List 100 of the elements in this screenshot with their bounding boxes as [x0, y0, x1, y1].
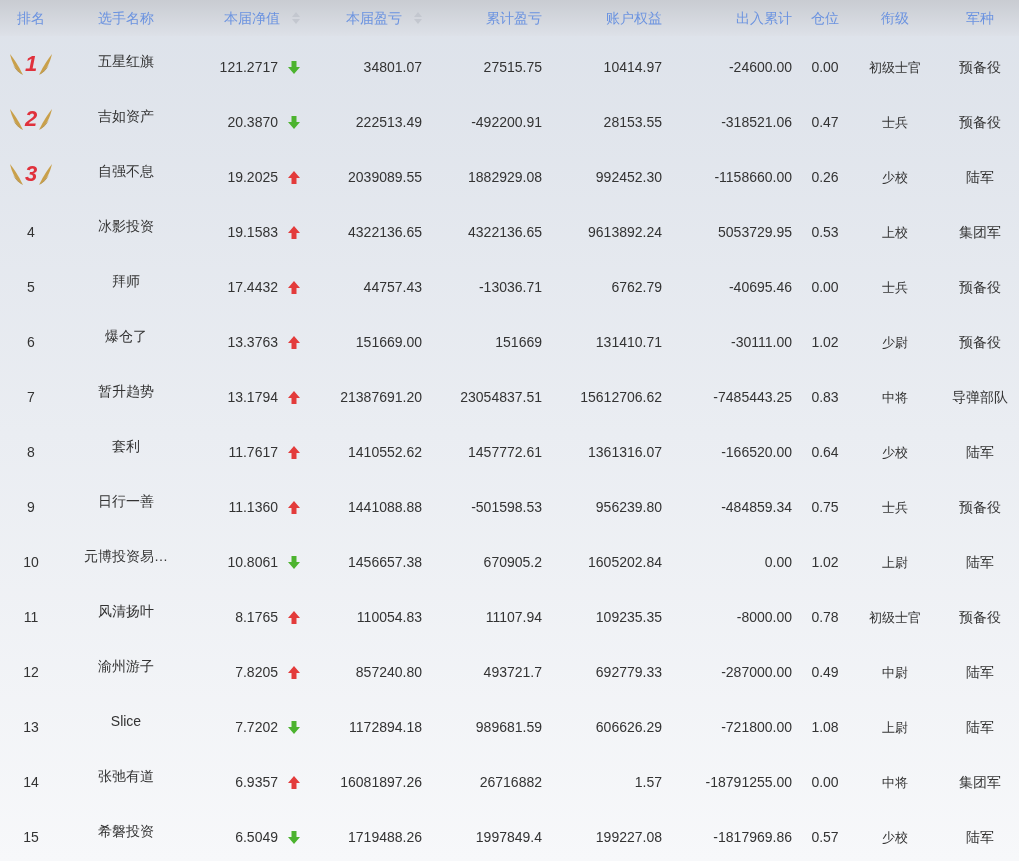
player-name[interactable]: 张弛有道 [98, 766, 154, 787]
table-cell-text: 8.1765 [235, 608, 278, 627]
player-name[interactable]: 拜师 [112, 271, 140, 292]
table-cell-text: 1410552.62 [348, 443, 422, 462]
table-cell-text: 121.2717 [219, 58, 278, 77]
rank-number: 6 [27, 333, 35, 352]
player-name[interactable]: 自强不息 [98, 161, 154, 182]
table-cell-text: 11.1360 [228, 498, 278, 517]
table-cell-text: 1457772.61 [468, 443, 542, 462]
rank-number: 5 [27, 278, 35, 297]
table-cell-text: 857240.80 [355, 663, 422, 682]
table-cell-text: -13036.71 [478, 278, 542, 297]
table-cell-text: 0.75 [811, 498, 839, 517]
rank-number: 3 [24, 162, 38, 185]
table-cell-text: 10414.97 [603, 58, 662, 77]
table-cell-text: -287000.00 [721, 663, 792, 682]
table-cell-text: 陆军 [965, 663, 994, 682]
table-cell-text: 151669.00 [355, 333, 422, 352]
rank-number: 2 [24, 107, 38, 130]
table-cell-text: 陆军 [965, 718, 994, 737]
table-cell-text: 13.3763 [227, 333, 278, 352]
table-cell-text: 6762.79 [611, 278, 662, 297]
table-cell-text: 预备役 [958, 333, 1001, 352]
table-cell-text: 0.00 [764, 553, 792, 572]
table-cell-text: 6.9357 [235, 773, 278, 792]
table-cell-text: 670905.2 [483, 553, 542, 572]
table-cell-text: 692779.33 [595, 663, 662, 682]
table-cell-text: 1719488.26 [348, 828, 422, 847]
table-cell-text: 1361316.07 [588, 443, 662, 462]
rank-number: 10 [23, 553, 39, 572]
table-cell-text: -492200.91 [471, 113, 542, 132]
table-cell-text: -501598.53 [471, 498, 542, 517]
table-cell-text: -484859.34 [721, 498, 792, 517]
player-name[interactable]: 希磐投资 [98, 821, 154, 842]
rank-number: 11 [23, 608, 39, 627]
player-name[interactable]: 爆仓了 [105, 326, 147, 347]
table-cell-text: 预备役 [958, 278, 1001, 297]
table-cell-text: 131410.71 [595, 333, 662, 352]
rank-number: 9 [27, 498, 35, 517]
table-cell-text: 17.4432 [227, 278, 278, 297]
table-cell-text: 26716882 [479, 773, 542, 792]
table-cell-text: 导弹部队 [951, 388, 1008, 407]
rank-number: 1 [24, 52, 38, 75]
table-cell-text: 11107.94 [485, 608, 542, 627]
table-cell-text: 0.00 [811, 773, 839, 792]
table-cell-text: 992452.30 [595, 168, 662, 187]
rank-number: 15 [23, 828, 39, 847]
table-cell-text: 集团军 [958, 223, 1001, 242]
table-cell-text: 2039089.55 [348, 168, 422, 187]
table-cell-text: 222513.49 [355, 113, 422, 132]
player-name[interactable]: 风清扬叶 [98, 601, 154, 622]
player-name[interactable]: 渝州游子 [98, 656, 154, 677]
table-cell-text: 上尉 [882, 553, 908, 572]
table-cell-text: 陆军 [965, 443, 994, 462]
player-name[interactable]: 套利 [112, 436, 140, 457]
table-cell-text: -24600.00 [728, 58, 792, 77]
column-header: 出入累计 [736, 8, 792, 28]
table-cell-text: 11.7617 [228, 443, 278, 462]
table-cell-text: 19.1583 [227, 223, 278, 242]
column-header: 账户权益 [606, 8, 662, 28]
table-cell-text: 初级士官 [869, 58, 921, 77]
table-cell-text: -721800.00 [721, 718, 792, 737]
table-cell-text: 199227.08 [595, 828, 662, 847]
table-cell-text: 少校 [882, 443, 908, 462]
table-cell-text: 0.78 [811, 608, 839, 627]
table-cell-text: 0.83 [811, 388, 839, 407]
player-name[interactable]: Slice [110, 711, 142, 732]
table-cell-text: 21387691.20 [340, 388, 422, 407]
rank-number: 4 [27, 223, 35, 242]
table-cell-text: 中将 [882, 388, 908, 407]
table-cell-text: 7.8205 [235, 663, 278, 682]
table-cell-text: 956239.80 [595, 498, 662, 517]
table-cell-text: 士兵 [882, 113, 908, 132]
player-name[interactable]: 冰影投资 [98, 216, 154, 237]
table-cell-text: 上尉 [882, 718, 908, 737]
table-cell-text: 预备役 [958, 58, 1001, 77]
table-cell-text: 1.02 [811, 553, 839, 572]
rank-number: 14 [23, 773, 39, 792]
player-name[interactable]: 五星红旗 [98, 51, 154, 72]
rank-number: 7 [27, 388, 35, 407]
table-cell-text: 陆军 [965, 553, 994, 572]
table-cell-text: 23054837.51 [460, 388, 542, 407]
table-cell-text: 20.3870 [227, 113, 278, 132]
table-cell-text: 7.7202 [235, 718, 278, 737]
table-cell-text: 28153.55 [603, 113, 662, 132]
table-cell-text: 10.8061 [227, 553, 278, 572]
table-cell-text: 989681.59 [475, 718, 542, 737]
table-cell-text: 少校 [882, 828, 908, 847]
table-cell-text: 493721.7 [483, 663, 542, 682]
table-cell-text: -166520.00 [721, 443, 792, 462]
table-cell-text: 19.2025 [227, 168, 278, 187]
table-cell-text: 1456657.38 [348, 553, 422, 572]
table-cell-text: 27515.75 [483, 58, 542, 77]
table-cell-text: 34801.07 [363, 58, 422, 77]
player-name[interactable]: 元博投资易… [84, 546, 168, 567]
table-cell-text: -30111.00 [731, 333, 792, 352]
player-name[interactable]: 暂升趋势 [98, 381, 154, 402]
player-name[interactable]: 日行一善 [98, 491, 154, 512]
table-cell-text: 15612706.62 [580, 388, 662, 407]
player-name[interactable]: 吉如资产 [98, 106, 154, 127]
